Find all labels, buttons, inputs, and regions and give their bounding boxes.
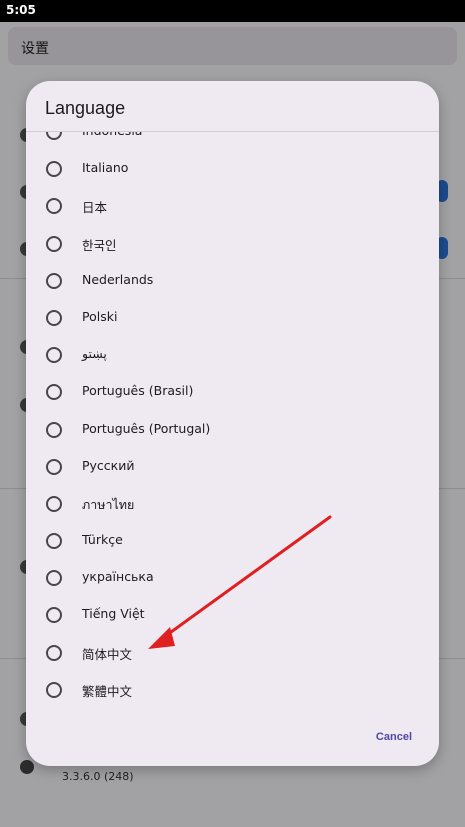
language-option-label: Русский [82,457,135,473]
language-option[interactable]: Русский [26,448,439,485]
language-option[interactable]: 繁體中文 [26,671,439,707]
language-option-label: Nederlands [82,271,154,287]
language-option[interactable]: Português (Portugal) [26,411,439,448]
language-option[interactable]: Português (Brasil) [26,373,439,410]
language-option[interactable]: Italiano [26,150,439,187]
language-list-content: Indonesia Italiano 日本 한국인 Nederlands Polski پښ… [26,132,439,707]
status-bar: 5:05 [0,0,465,22]
language-dialog: Language Indonesia Italiano 日本 한국인 Nederland… [26,81,439,766]
dialog-title: Language [45,98,126,118]
radio-unchecked-icon[interactable] [46,309,62,326]
radio-unchecked-icon[interactable] [46,681,62,698]
language-option-label: Português (Brasil) [82,383,194,399]
language-option-label: 繁體中文 [82,683,133,699]
language-option-label: Tiếng Việt [82,606,145,622]
language-option-label: 한국인 [82,237,117,253]
radio-unchecked-icon[interactable] [46,644,62,661]
language-option-label: українська [82,569,154,585]
language-option-label: Polski [82,308,118,324]
cancel-button[interactable]: Cancel [376,731,412,743]
status-time: 5:05 [6,3,36,17]
radio-unchecked-icon[interactable] [46,495,62,512]
radio-unchecked-icon[interactable] [46,198,62,215]
radio-unchecked-icon[interactable] [46,607,62,624]
language-option-label: Português (Portugal) [82,420,211,436]
radio-unchecked-icon[interactable] [46,235,62,252]
language-option[interactable]: 한국인 [26,225,439,262]
language-option[interactable]: پښتو [26,336,439,373]
radio-unchecked-icon[interactable] [46,533,62,550]
language-option-label: Türkçe [82,532,123,548]
language-option[interactable]: Tiếng Việt [26,596,439,633]
language-option-label: پښتو [82,346,107,362]
language-option[interactable]: Nederlands [26,262,439,299]
language-option[interactable]: 简体中文 [26,634,439,671]
language-option-label: Italiano [82,160,129,176]
language-option[interactable]: Polski [26,299,439,336]
radio-unchecked-icon[interactable] [46,570,62,587]
radio-unchecked-icon[interactable] [46,161,62,178]
language-option-label: 简体中文 [82,646,133,662]
radio-unchecked-icon[interactable] [46,421,62,438]
language-option[interactable]: Indonesia [26,132,439,150]
language-option[interactable]: 日本 [26,187,439,224]
language-option-label: 日本 [82,200,108,216]
radio-unchecked-icon[interactable] [46,347,62,364]
language-option[interactable]: українська [26,559,439,596]
radio-unchecked-icon[interactable] [46,384,62,401]
radio-unchecked-icon[interactable] [46,272,62,289]
language-option-label: ภาษาไทย [82,496,135,512]
language-option[interactable]: Türkçe [26,522,439,559]
language-option-label: Indonesia [82,132,142,138]
radio-unchecked-icon[interactable] [46,132,62,140]
language-list[interactable]: Indonesia Italiano 日本 한국인 Nederlands Polski پښ… [26,132,439,707]
language-option[interactable]: ภาษาไทย [26,485,439,522]
radio-unchecked-icon[interactable] [46,458,62,475]
